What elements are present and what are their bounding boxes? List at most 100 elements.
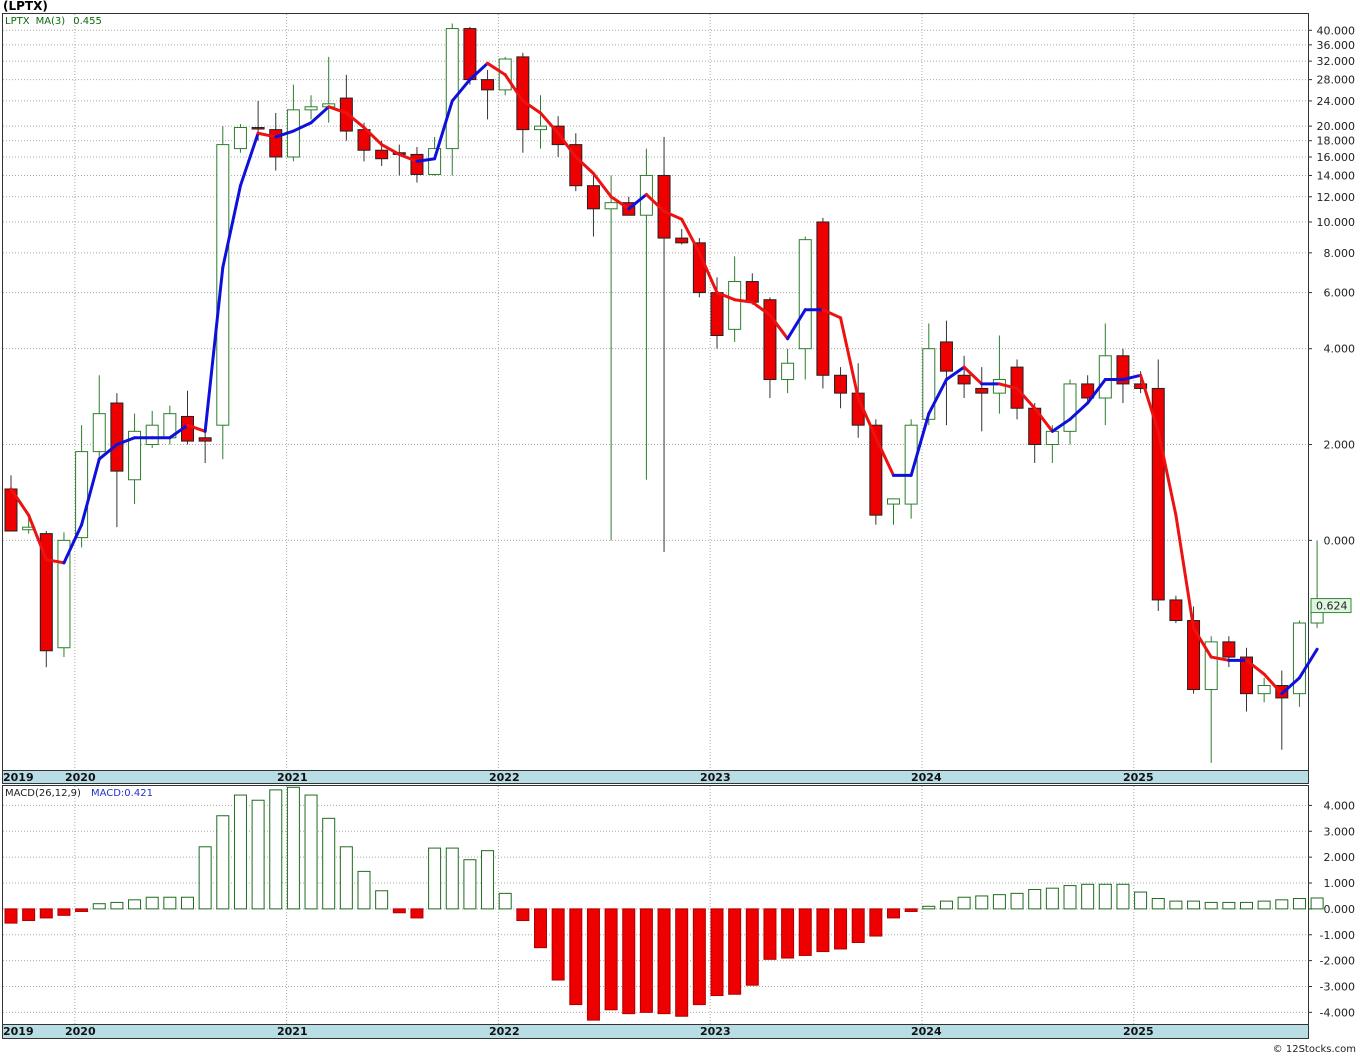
candle-body-up [145, 424, 159, 446]
x-tick-label: 2024 [911, 771, 942, 784]
x-tick-label: 2021 [277, 771, 308, 784]
macd-title: MACD(26,12,9) [5, 788, 81, 799]
macd-bar [286, 786, 300, 910]
macd-bar [1222, 901, 1236, 910]
macd-tick-label: 0.000 [1324, 903, 1356, 916]
macd-tick-label: 1.000 [1324, 877, 1356, 890]
macd-bar [869, 908, 883, 937]
macd-tick-label: -3.000 [1320, 980, 1355, 993]
candle-body-up [534, 125, 547, 131]
macd-tick-label: 3.000 [1324, 825, 1356, 838]
price-tick-label: 24.000 [1317, 95, 1356, 108]
macd-bar [1098, 883, 1112, 910]
x-tick-label: 2022 [489, 1025, 520, 1038]
candle-body-down [375, 149, 389, 160]
macd-bar [639, 908, 653, 1013]
macd-tick-label: -1.000 [1320, 929, 1355, 942]
candle-body-up [1063, 383, 1077, 432]
stock-chart: 0.000 2.000 4.000 6.000 8.000 10.000 12.000 14.… [2, 0, 1356, 1055]
macd-x-axis-strip [2, 1024, 1309, 1039]
macd-bar [534, 908, 547, 949]
macd-bar [904, 908, 918, 912]
macd-bar [181, 896, 194, 910]
macd-bar [798, 908, 812, 956]
macd-bar [1275, 899, 1289, 910]
macd-bar [1151, 898, 1165, 910]
candle-body-down [975, 387, 989, 394]
macd-bar [939, 900, 953, 910]
candle [233, 124, 247, 153]
candle-body-down [586, 185, 600, 210]
candle-body-down [957, 374, 971, 385]
macd-bar [728, 908, 742, 995]
macd-value: MACD:0.421 [91, 788, 153, 799]
candle-body-down [710, 292, 724, 336]
macd-tick-label: 2.000 [1324, 851, 1356, 864]
macd-bar [498, 892, 512, 910]
last-price-marker: 0.624 [1310, 598, 1352, 614]
macd-bar [75, 908, 89, 912]
macd-bar [198, 846, 212, 910]
x-tick-label: 2025 [1123, 1025, 1154, 1038]
candle-body-down [745, 281, 759, 303]
macd-bar [957, 896, 971, 910]
macd-bar [410, 908, 424, 919]
macd-bar [692, 908, 706, 1006]
macd-tick-label: 4.000 [1324, 799, 1356, 812]
macd-bar [1240, 901, 1253, 910]
price-x-axis-strip [2, 770, 1309, 784]
price-panel [2, 13, 1309, 771]
macd-tick-label: -2.000 [1320, 955, 1355, 968]
macd-bar [1063, 885, 1077, 910]
candle-body-down [463, 28, 477, 81]
macd-bar [763, 908, 777, 960]
macd-bar [216, 815, 230, 910]
price-tick-label: 10.000 [1317, 216, 1356, 229]
macd-bar [745, 908, 759, 986]
macd-bar [975, 895, 989, 910]
candle-body-up [428, 148, 442, 175]
candle [1292, 620, 1306, 707]
macd-bar [357, 870, 371, 910]
macd-tick-label: -4.000 [1320, 1006, 1355, 1019]
price-tick-label: 0.000 [1324, 534, 1356, 547]
x-tick-label: 2022 [489, 771, 520, 784]
candle-body-up [445, 28, 459, 150]
x-tick-label: 2020 [65, 1025, 96, 1038]
macd-bar [57, 908, 71, 916]
price-legend: LPTX MA(3) 0.455 [5, 16, 102, 27]
macd-bar [834, 908, 848, 950]
macd-bar [269, 789, 283, 910]
candle [816, 217, 830, 389]
candle-body-down [198, 437, 212, 442]
candle [904, 419, 918, 519]
candle-body-down [939, 341, 953, 372]
macd-bar [586, 908, 600, 1021]
price-tick-label: 20.000 [1317, 120, 1356, 133]
legend-ma-value: 0.455 [73, 16, 102, 27]
candle-body-down [1222, 641, 1236, 658]
macd-bar [675, 908, 689, 1017]
macd-bar [304, 794, 318, 910]
macd-bar [145, 896, 159, 910]
macd-bar [4, 908, 18, 924]
candle-body-down [816, 221, 830, 376]
macd-bar [992, 894, 1006, 910]
macd-bar [657, 908, 671, 1015]
macd-bar [569, 908, 583, 1006]
legend-ma-label: MA(3) [36, 16, 66, 27]
candle-body-up [604, 202, 618, 210]
candle-body-up [887, 498, 900, 505]
macd-bar [851, 908, 865, 944]
macd-bar [322, 817, 336, 910]
price-tick-label: 8.000 [1324, 247, 1356, 260]
candle-body-down [834, 374, 848, 394]
macd-bar [22, 908, 36, 922]
candle [1169, 595, 1183, 624]
macd-bar [481, 850, 495, 910]
macd-bar [1134, 891, 1148, 910]
macd-bar [604, 908, 618, 1011]
price-y-axis: 0.000 2.000 4.000 6.000 8.000 10.000 12.000 14.… [1308, 24, 1355, 547]
macd-bar [233, 794, 247, 910]
macd-bar [251, 799, 265, 910]
